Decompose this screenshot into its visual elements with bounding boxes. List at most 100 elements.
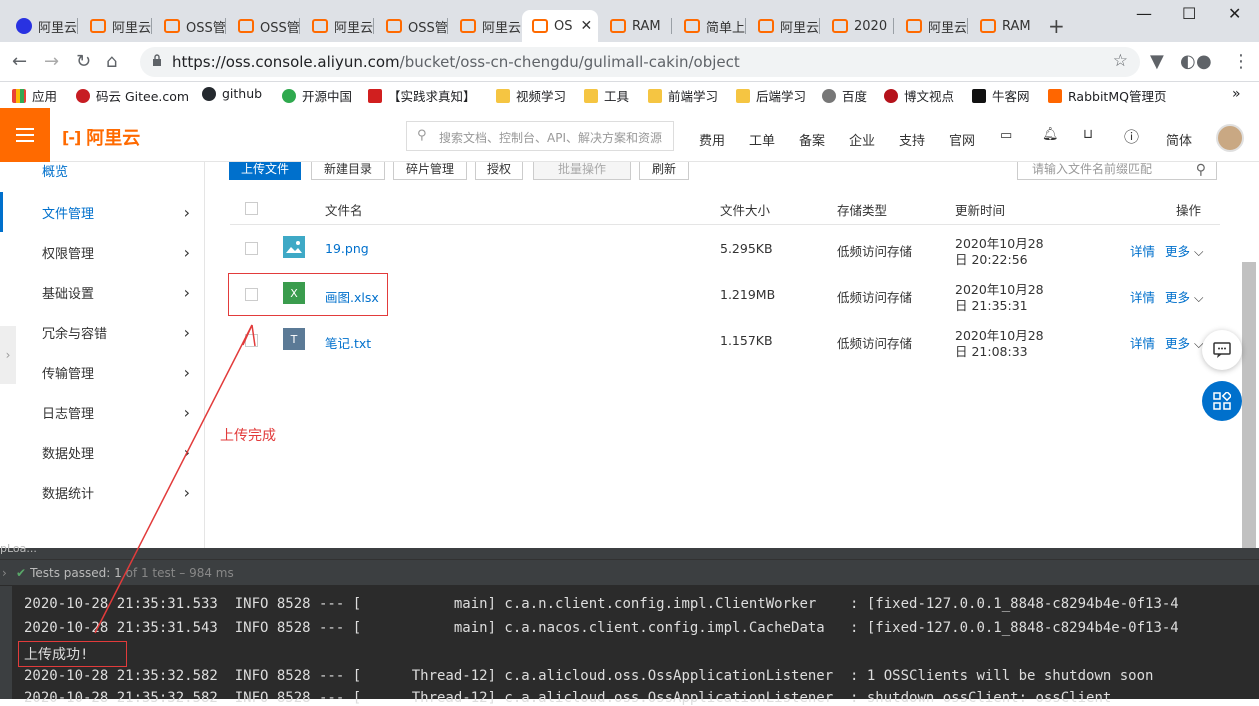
aliyun-logo[interactable]: [-] 阿里云 [62, 124, 140, 150]
terminal-icon[interactable]: ▭ [1000, 128, 1012, 143]
detail-link[interactable]: 详情 [1130, 241, 1155, 260]
fragments-button[interactable]: 碎片管理 [393, 162, 467, 180]
profile-icon[interactable]: ● [1196, 51, 1212, 72]
console-search-input[interactable]: ⚲ 搜索文档、控制台、API、解决方案和资源 [406, 121, 674, 151]
file-name-link[interactable]: 笔记.txt [325, 333, 371, 352]
language-switch[interactable]: 简体 [1166, 130, 1192, 149]
batch-operation-button[interactable]: 批量操作 [533, 162, 631, 180]
file-size: 1.219MB [720, 287, 776, 302]
browser-tab[interactable]: 2020 [822, 10, 894, 42]
upload-button[interactable]: 上传文件 [229, 162, 301, 180]
sidebar-item-files[interactable]: 文件管理 › [0, 192, 204, 232]
sidebar-item-data-processing[interactable]: 数据处理 › [0, 432, 204, 472]
detail-link[interactable]: 详情 [1130, 287, 1155, 306]
forward-icon[interactable]: → [44, 51, 59, 72]
file-search-input[interactable]: 请输入文件名前缀匹配 ⚲ [1017, 162, 1217, 180]
bookmark-item[interactable]: RabbitMQ管理页 [1048, 86, 1166, 105]
expand-icon[interactable]: › [2, 566, 7, 580]
nav-icp[interactable]: 备案 [799, 130, 825, 149]
browser-tab[interactable]: 阿里云 [450, 10, 522, 42]
bookmark-folder[interactable]: 后端学习 [736, 86, 806, 105]
back-icon[interactable]: ← [12, 51, 27, 72]
bookmark-apps[interactable]: 应用 [12, 86, 57, 105]
page-scrollbar[interactable] [1242, 262, 1256, 548]
sidebar-item-transfer[interactable]: 传输管理 › [0, 352, 204, 392]
bookmark-folder[interactable]: 前端学习 [648, 86, 718, 105]
bookmark-folder[interactable]: 视频学习 [496, 86, 566, 105]
sidebar-item-permissions[interactable]: 权限管理 › [0, 232, 204, 272]
tests-passed-label: Tests passed: [30, 566, 111, 580]
nav-billing[interactable]: 费用 [699, 130, 725, 149]
more-dropdown[interactable]: 更多 ⌵ [1165, 333, 1203, 352]
home-icon[interactable]: ⌂ [106, 51, 117, 72]
file-list-panel: 上传文件 新建目录 碎片管理 授权 批量操作 刷新 请输入文件名前缀匹配 ⚲ 文件… [205, 162, 1259, 548]
bookmark-item[interactable]: 百度 [822, 86, 867, 105]
annotation-label: 上传完成 [220, 428, 276, 444]
new-directory-button[interactable]: 新建目录 [311, 162, 385, 180]
bookmark-item[interactable]: 【实践求真知】 [368, 86, 476, 105]
browser-tab[interactable]: 阿里云 [6, 10, 78, 42]
sidebar-item-logs[interactable]: 日志管理 › [0, 392, 204, 432]
sidebar-item-basic-settings[interactable]: 基础设置 › [0, 272, 204, 312]
bookmark-item[interactable]: 开源中国 [282, 86, 352, 105]
browser-tab[interactable]: 阿里云 [748, 10, 820, 42]
apps-button[interactable] [1202, 381, 1242, 421]
nav-website[interactable]: 官网 [949, 130, 975, 149]
window-close-button[interactable]: ✕ [1228, 4, 1241, 23]
extension-icon[interactable]: ◐ [1180, 51, 1196, 72]
nav-support[interactable]: 支持 [899, 130, 925, 149]
minimize-button[interactable]: — [1136, 4, 1152, 23]
browser-tab[interactable]: 简单上 [674, 10, 746, 42]
maximize-button[interactable]: ☐ [1182, 4, 1196, 23]
sidebar-item-overview[interactable]: 概览 [0, 150, 204, 190]
csdn-icon [368, 88, 382, 103]
detail-link[interactable]: 详情 [1130, 333, 1155, 352]
cart-icon[interactable]: ⊔ [1083, 127, 1093, 142]
bookmark-item[interactable]: github [202, 86, 262, 101]
browser-tab-active[interactable]: OS ✕ [522, 10, 598, 42]
aliyun-icon [532, 19, 548, 33]
bookmark-item[interactable]: 码云 Gitee.com [76, 86, 189, 105]
authorize-button[interactable]: 授权 [475, 162, 523, 180]
file-name-link[interactable]: 19.png [325, 241, 369, 256]
more-dropdown[interactable]: 更多 ⌵ [1165, 287, 1203, 306]
new-tab-button[interactable]: + [1048, 14, 1065, 38]
row-checkbox[interactable] [245, 242, 258, 255]
browser-tab[interactable]: OSS管 [154, 10, 226, 42]
avatar[interactable] [1216, 124, 1244, 152]
browser-tab[interactable]: 阿里云 [302, 10, 374, 42]
bookmark-item[interactable]: 牛客网 [972, 86, 1030, 105]
chat-button[interactable] [1202, 330, 1242, 370]
sidebar-collapse-handle[interactable]: › [0, 326, 16, 384]
folder-icon [496, 88, 510, 103]
aliyun-icon [980, 19, 996, 33]
browser-tab[interactable]: RAM [970, 10, 1042, 42]
nav-tickets[interactable]: 工单 [749, 130, 775, 149]
more-dropdown[interactable]: 更多 ⌵ [1165, 241, 1203, 260]
row-checkbox[interactable] [245, 334, 258, 347]
browser-tab[interactable]: OSS管 [376, 10, 448, 42]
close-icon[interactable]: ✕ [580, 18, 592, 34]
bookmark-star-icon[interactable]: ☆ [1113, 51, 1128, 71]
browser-tab[interactable]: RAM [600, 10, 672, 42]
log-line: 2020-10-28 21:35:32.582 INFO 8528 --- [ … [24, 668, 1154, 684]
chevron-right-icon[interactable]: » [1232, 86, 1241, 102]
reload-icon[interactable]: ↻ [76, 51, 91, 72]
nav-enterprise[interactable]: 企业 [849, 130, 875, 149]
bookmark-folder[interactable]: 工具 [584, 86, 629, 105]
browser-tab[interactable]: 阿里云 [80, 10, 152, 42]
bookmark-item[interactable]: 博文视点 [884, 86, 954, 105]
help-icon[interactable]: ⓘ [1124, 126, 1139, 147]
extension-icon[interactable]: ▼ [1150, 51, 1164, 72]
refresh-button[interactable]: 刷新 [639, 162, 689, 180]
select-all-checkbox[interactable] [245, 202, 258, 215]
browser-tab[interactable]: OSS管 [228, 10, 300, 42]
bell-icon[interactable]: 🔔︎ [1042, 127, 1059, 142]
sidebar-item-statistics[interactable]: 数据统计 › [0, 472, 204, 512]
ide-tab-label[interactable]: pLoa... [0, 542, 37, 555]
sidebar-item-redundancy[interactable]: 冗余与容错 › [0, 312, 204, 352]
chevron-down-icon: ⌵ [1190, 244, 1204, 259]
browser-menu-icon[interactable]: ⋮ [1232, 51, 1250, 72]
address-bar[interactable]: https://oss.console.aliyun.com/bucket/os… [140, 47, 1140, 77]
browser-tab[interactable]: 阿里云 [896, 10, 968, 42]
